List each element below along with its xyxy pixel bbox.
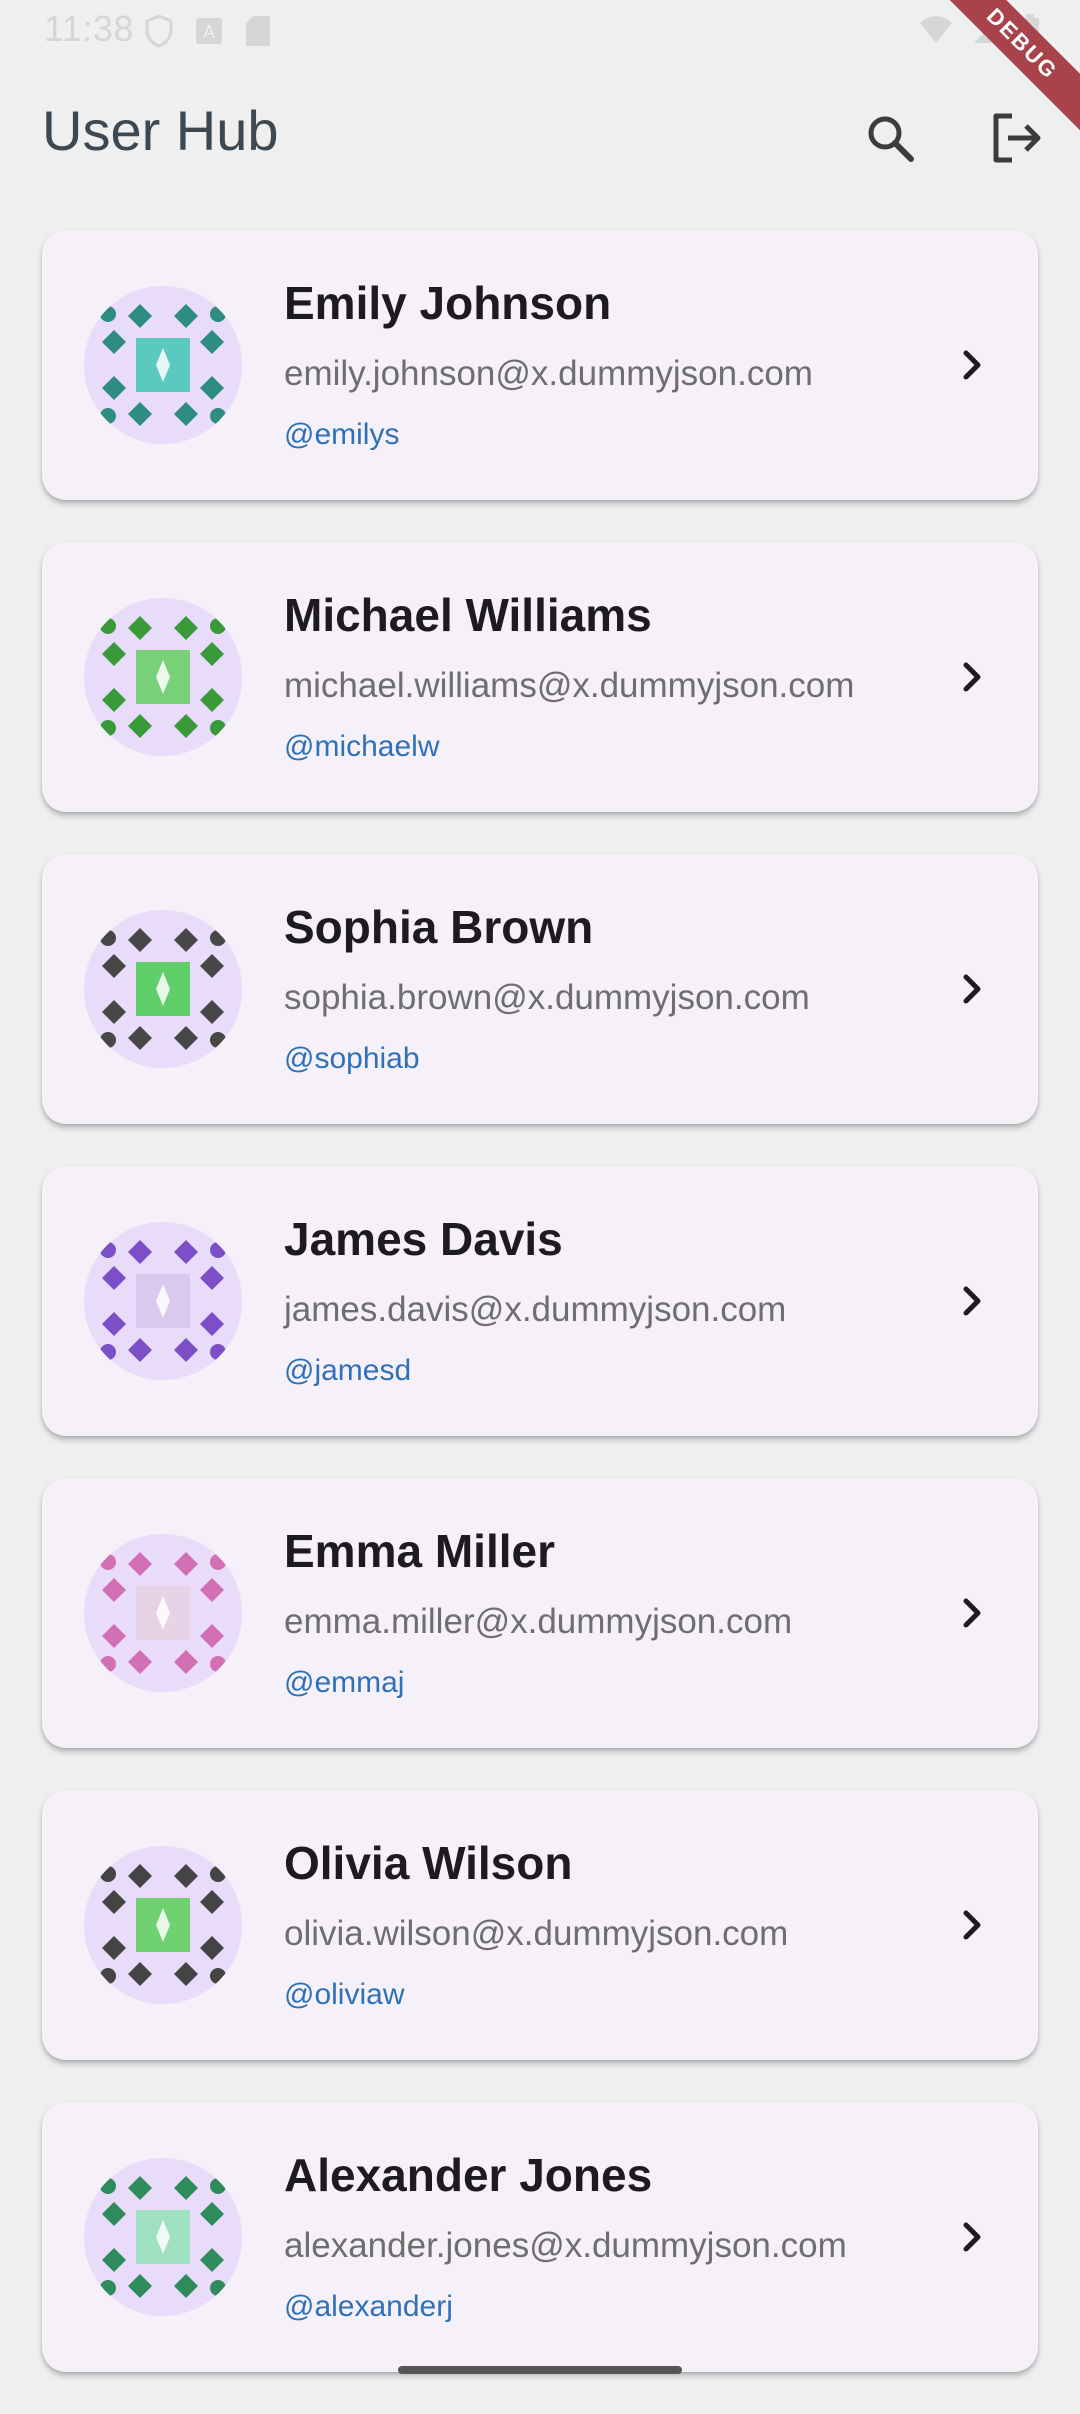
user-handle: @michaelw [284,730,440,763]
user-handle: @alexanderj [284,2290,453,2323]
identicon-icon [84,1534,242,1692]
user-name: Sophia Brown [284,901,594,953]
user-card[interactable]: Alexander Jones alexander.jones@x.dummyj… [42,2102,1038,2372]
user-name: Emma Miller [284,1525,555,1577]
shield-icon [145,14,173,48]
user-email: sophia.brown@x.dummyjson.com [284,978,810,1017]
identicon-icon [84,598,242,756]
user-card[interactable]: Emily Johnson emily.johnson@x.dummyjson.… [42,230,1038,500]
page-title: User Hub [42,99,279,162]
user-card[interactable]: Olivia Wilson olivia.wilson@x.dummyjson.… [42,1790,1038,2060]
user-handle: @emmaj [284,1666,405,1699]
app-bar: User Hub [0,62,1080,210]
search-button[interactable] [854,102,926,174]
chevron-right-icon[interactable] [942,1271,1002,1331]
identicon-icon [84,1222,242,1380]
identicon-icon [84,2158,242,2316]
identicon-icon [84,286,242,444]
user-card[interactable]: Sophia Brown sophia.brown@x.dummyjson.co… [42,854,1038,1124]
user-handle: @jamesd [284,1354,412,1387]
user-handle: @emilys [284,418,400,451]
font-icon: A [196,18,222,44]
user-card[interactable]: Michael Williams michael.williams@x.dumm… [42,542,1038,812]
status-bar: 11:38 A DEBUG [0,0,1080,143]
user-name: Alexander Jones [284,2149,653,2201]
user-handle: @sophiab [284,1042,420,1075]
user-list: Emily Johnson emily.johnson@x.dummyjson.… [42,230,1038,2414]
chevron-right-icon[interactable] [942,2207,1002,2267]
avatar [84,286,242,444]
identicon-icon [84,1846,242,2004]
sd-card-icon [246,16,270,46]
avatar [84,910,242,1068]
search-icon [868,116,914,162]
logout-button[interactable] [980,102,1052,174]
chevron-right-icon[interactable] [942,335,1002,395]
avatar [84,598,242,756]
user-name: James Davis [284,1213,563,1265]
avatar [84,2158,242,2316]
user-email: emily.johnson@x.dummyjson.com [284,354,813,393]
avatar [84,1222,242,1380]
status-icons-left: A [145,14,271,48]
svg-text:A: A [203,22,215,42]
user-email: emma.miller@x.dummyjson.com [284,1602,793,1641]
chevron-right-icon[interactable] [942,1583,1002,1643]
user-email: michael.williams@x.dummyjson.com [284,666,855,705]
home-indicator[interactable] [398,2366,682,2374]
user-email: james.davis@x.dummyjson.com [284,1290,787,1329]
user-name: Michael Williams [284,589,652,641]
user-email: alexander.jones@x.dummyjson.com [284,2226,847,2265]
identicon-icon [84,910,242,1068]
avatar [84,1846,242,2004]
user-name: Olivia Wilson [284,1837,573,1889]
user-card[interactable]: Emma Miller emma.miller@x.dummyjson.com … [42,1478,1038,1748]
user-handle: @oliviaw [284,1978,405,2011]
chevron-right-icon[interactable] [942,647,1002,707]
user-email: olivia.wilson@x.dummyjson.com [284,1914,789,1953]
wifi-icon [920,16,952,43]
user-card[interactable]: James Davis james.davis@x.dummyjson.com … [42,1166,1038,1436]
chevron-right-icon[interactable] [942,1895,1002,1955]
chevron-right-icon[interactable] [942,959,1002,1019]
avatar [84,1534,242,1692]
user-name: Emily Johnson [284,277,612,329]
status-time: 11:38 [44,8,134,49]
logout-icon [993,113,1041,163]
